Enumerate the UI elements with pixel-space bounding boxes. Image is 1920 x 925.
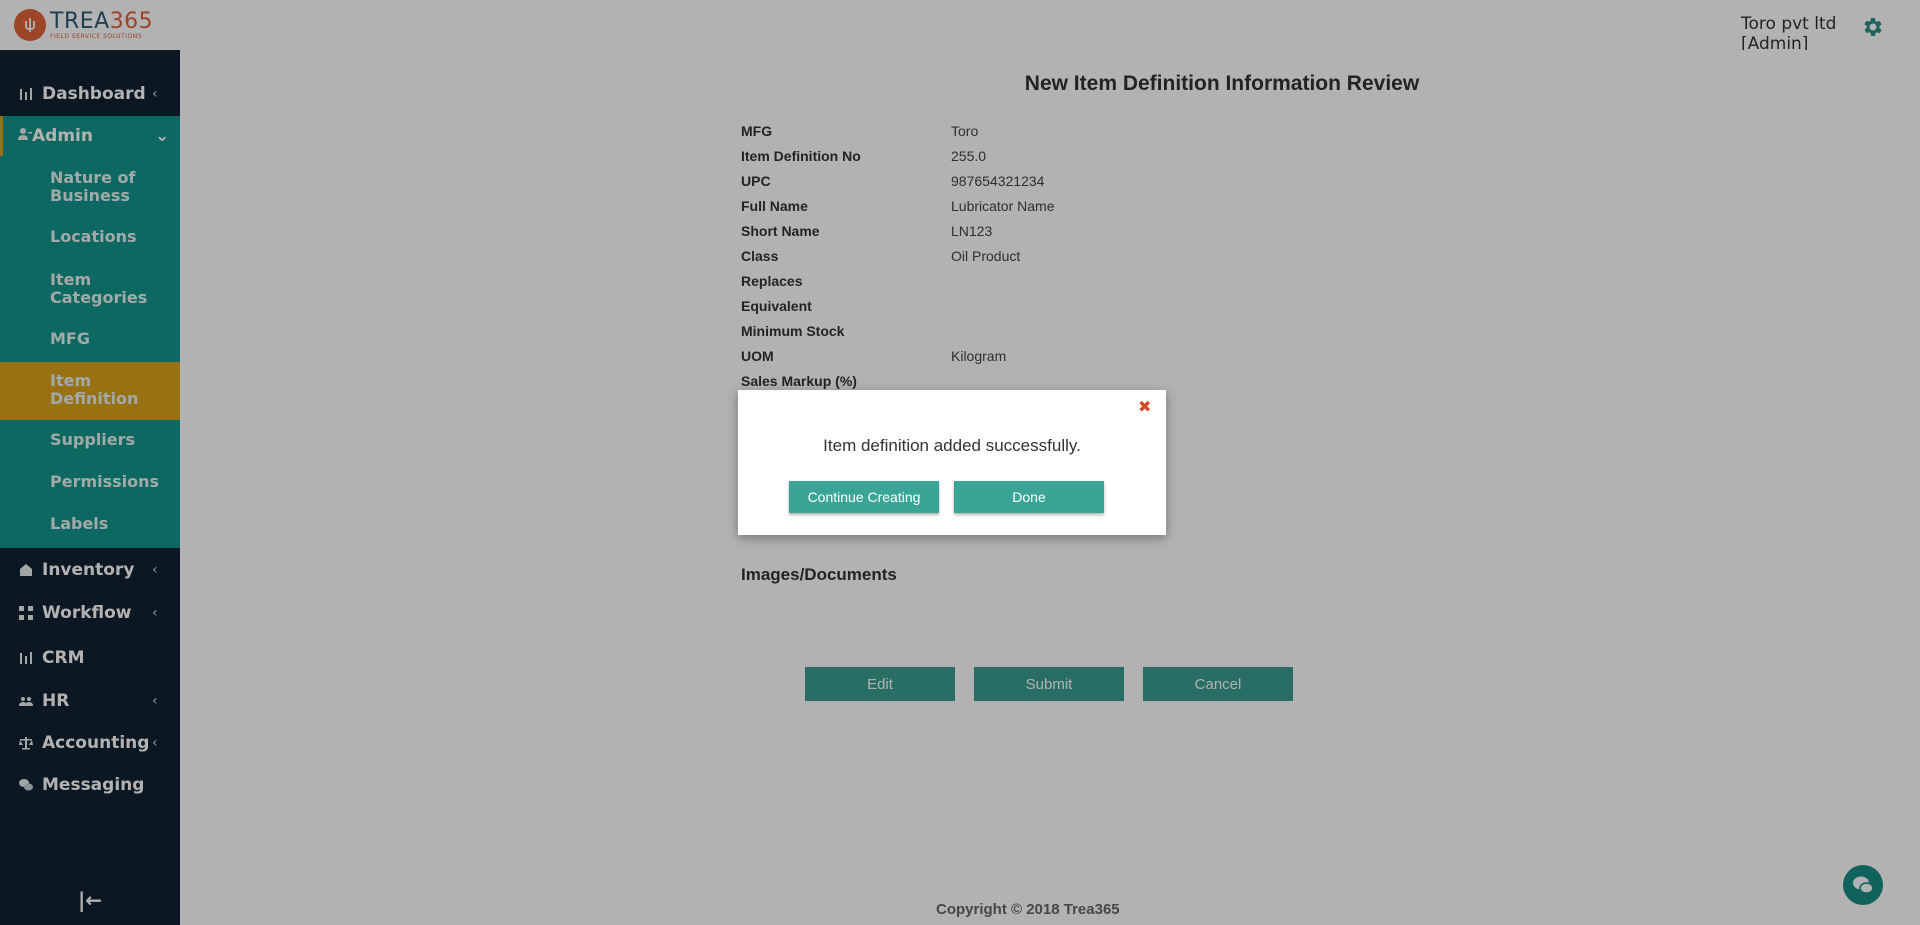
done-button[interactable]: Done	[954, 481, 1104, 513]
continue-creating-button[interactable]: Continue Creating	[789, 481, 939, 513]
success-dialog: ✖ Item definition added successfully. Co…	[738, 390, 1166, 535]
close-icon[interactable]: ✖	[1138, 397, 1151, 416]
dialog-message: Item definition added successfully.	[823, 436, 1081, 455]
